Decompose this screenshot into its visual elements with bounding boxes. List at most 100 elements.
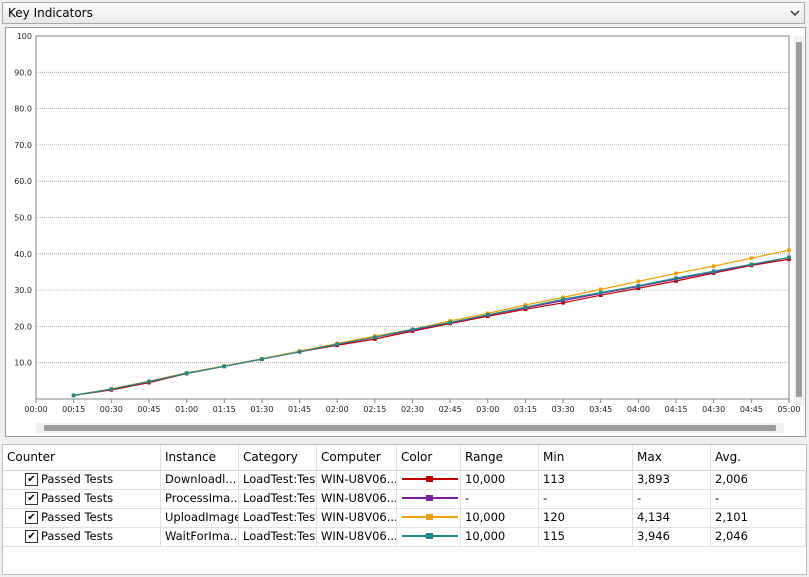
chart-series — [71, 248, 791, 398]
cell-max: 4,134 — [633, 508, 711, 527]
x-tick-label: 02:00 — [326, 405, 349, 414]
cell-instance: WaitForIma... — [161, 527, 239, 546]
x-tick-label: 00:15 — [62, 405, 85, 414]
color-swatch — [402, 476, 458, 482]
color-swatch — [402, 495, 458, 501]
row-checkbox[interactable]: ✔ — [25, 492, 38, 505]
column-min[interactable]: Min — [539, 445, 633, 470]
panel-header[interactable]: Key Indicators — [2, 2, 805, 24]
cell-category: LoadTest:Test — [239, 527, 317, 546]
y-tick-label: 80.0 — [14, 105, 32, 114]
series-point — [749, 262, 754, 267]
series-point — [297, 350, 302, 354]
horizontal-scrollbar[interactable] — [36, 423, 784, 433]
x-tick-label: 03:45 — [589, 405, 612, 414]
y-tick-label: 40.0 — [14, 250, 32, 259]
series-point — [448, 320, 452, 325]
series-point — [486, 312, 490, 317]
x-tick-label: 01:30 — [250, 405, 273, 414]
column-category[interactable]: Category — [239, 445, 317, 470]
series-point — [749, 256, 754, 260]
y-tick-label: 100 — [17, 32, 32, 41]
cell-range: 10,000 — [461, 508, 539, 527]
vertical-scrollbar[interactable] — [794, 36, 804, 406]
column-range[interactable]: Range — [461, 445, 539, 470]
column-max[interactable]: Max — [633, 445, 711, 470]
x-tick-label: 04:15 — [665, 405, 688, 414]
x-tick-label: 02:15 — [363, 405, 386, 414]
cell-counter: ✔ Passed Tests — [3, 470, 161, 489]
chevron-down-icon[interactable] — [790, 8, 800, 18]
series-point — [222, 364, 227, 369]
color-swatch — [402, 533, 458, 539]
x-axis: 00:00 00:15 00:30 00:45 01:00 01:15 01:30 01:45… — [24, 399, 801, 414]
cell-color — [397, 470, 461, 489]
y-tick-label: 60.0 — [14, 177, 32, 186]
x-tick-label: 04:00 — [627, 405, 650, 414]
counter-name: Passed Tests — [41, 472, 114, 486]
table-row[interactable]: ✔ Passed Tests ProcessIma... LoadTest:Test W… — [3, 489, 806, 509]
y-tick-label: 50.0 — [14, 214, 32, 223]
cell-color — [397, 508, 461, 527]
cell-min: 120 — [539, 508, 633, 527]
x-tick-label: 01:45 — [288, 405, 311, 414]
cell-instance: ProcessIma... — [161, 489, 239, 508]
series-point — [109, 387, 114, 391]
x-tick-label: 00:30 — [100, 405, 123, 414]
series-point — [71, 393, 76, 398]
series-point — [674, 271, 678, 276]
cell-computer: WIN-U8V06... — [317, 508, 397, 527]
x-tick-label: 02:45 — [439, 405, 462, 414]
cell-computer: WIN-U8V06... — [317, 527, 397, 546]
x-tick-label: 03:30 — [552, 405, 575, 414]
counter-table: Counter Instance Category Computer Color… — [2, 444, 807, 575]
series-point — [636, 283, 641, 288]
series-point — [410, 327, 415, 332]
cell-range: 10,000 — [461, 470, 539, 489]
y-axis: 100 90.0 80.0 70.0 60.0 50.0 40.0 30.0 20.0 10.0 — [14, 32, 32, 368]
series-point — [561, 297, 565, 301]
x-tick-label: 01:00 — [175, 405, 198, 414]
y-tick-label: 90.0 — [14, 68, 32, 77]
color-swatch — [402, 514, 458, 520]
cell-min: - — [539, 489, 633, 508]
cell-instance: Downloadl... — [161, 470, 239, 489]
row-checkbox[interactable]: ✔ — [25, 473, 38, 486]
cell-max: - — [633, 489, 711, 508]
x-tick-label: 01:15 — [213, 405, 236, 414]
column-color[interactable]: Color — [397, 445, 461, 470]
x-tick-label: 02:30 — [401, 405, 424, 414]
x-tick-label: 04:30 — [702, 405, 725, 414]
column-computer[interactable]: Computer — [317, 445, 397, 470]
cell-category: LoadTest:Test — [239, 470, 317, 489]
table-row[interactable]: ✔ Passed Tests WaitForIma... LoadTest:Test W… — [3, 527, 806, 547]
cell-instance: UploadImage — [161, 508, 239, 527]
counter-name: Passed Tests — [41, 529, 114, 543]
column-counter[interactable]: Counter — [3, 445, 161, 470]
y-tick-label: 20.0 — [14, 322, 32, 331]
cell-counter: ✔ Passed Tests — [3, 527, 161, 546]
series-point — [636, 279, 641, 284]
row-checkbox[interactable]: ✔ — [25, 530, 38, 543]
series-point — [711, 264, 716, 268]
row-checkbox[interactable]: ✔ — [25, 511, 38, 524]
cell-range: - — [461, 489, 539, 508]
table-row[interactable]: ✔ Passed Tests Downloadl... LoadTest:Test WI… — [3, 470, 806, 490]
cell-category: LoadTest:Test — [239, 489, 317, 508]
column-avg[interactable]: Avg. — [711, 445, 806, 470]
x-tick-label: 03:00 — [476, 405, 499, 414]
cell-color — [397, 489, 461, 508]
table-row[interactable]: ✔ Passed Tests UploadImage LoadTest:Test WIN… — [3, 508, 806, 528]
horizontal-scroll-thumb[interactable] — [44, 425, 776, 431]
y-tick-label: 10.0 — [14, 359, 32, 368]
panel-title: Key Indicators — [8, 6, 93, 20]
series-line-3 — [73, 249, 790, 396]
table-header: Counter Instance Category Computer Color… — [3, 445, 806, 471]
vertical-scroll-thumb[interactable] — [796, 42, 802, 397]
chart-panel: 100 90.0 80.0 70.0 60.0 50.0 40.0 30.0 20.0 10.0 … — [5, 27, 806, 437]
cell-category: LoadTest:Test — [239, 508, 317, 527]
counter-name: Passed Tests — [41, 510, 114, 524]
cell-counter: ✔ Passed Tests — [3, 508, 161, 527]
cell-max: 3,893 — [633, 470, 711, 489]
column-instance[interactable]: Instance — [161, 445, 239, 470]
